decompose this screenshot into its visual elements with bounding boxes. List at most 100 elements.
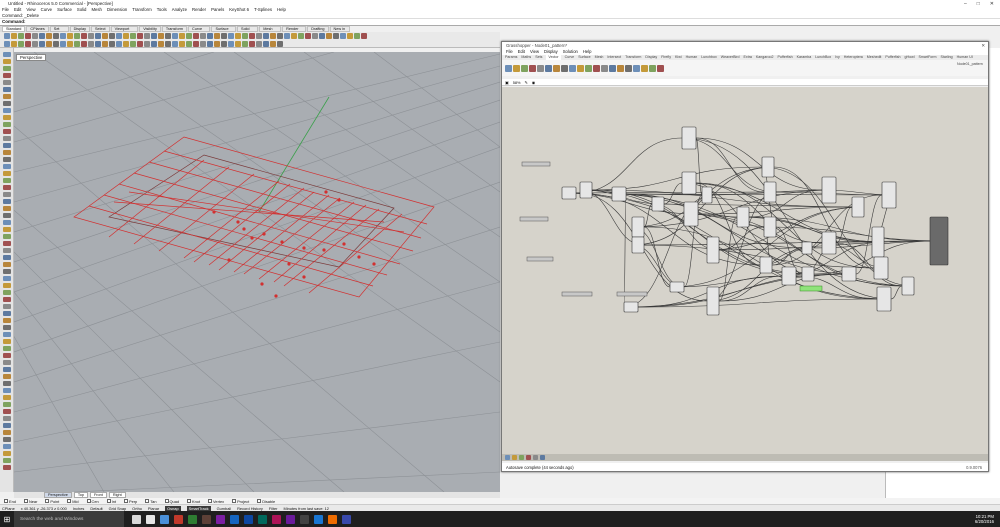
left-tool-button[interactable] (2, 465, 11, 470)
toolbar-tool-button[interactable] (4, 33, 10, 39)
toolbar-tool-button[interactable] (158, 40, 164, 47)
toolbar-tool-button[interactable] (32, 33, 38, 39)
left-tool-button[interactable] (2, 304, 11, 309)
toolbar-tool-button[interactable] (291, 33, 297, 39)
gh-component-node[interactable] (876, 286, 892, 312)
left-tool-button[interactable] (2, 206, 11, 211)
left-tool-button[interactable] (2, 276, 11, 281)
gh-component-node[interactable] (651, 196, 665, 212)
gh-component-button[interactable] (513, 64, 520, 72)
toolbar-tool-button[interactable] (249, 40, 255, 47)
left-tool-button[interactable] (2, 409, 11, 414)
command-input[interactable]: Command: (0, 19, 1000, 26)
gh-component-node[interactable] (706, 286, 720, 316)
left-tool-button[interactable] (2, 255, 11, 260)
toolbar-tool-button[interactable] (186, 40, 192, 47)
gh-component-node[interactable] (611, 186, 627, 202)
gh-component-node[interactable] (736, 206, 750, 228)
left-tool-button[interactable] (2, 402, 11, 407)
gh-component-node[interactable] (631, 216, 645, 238)
toolbar-tool-button[interactable] (172, 40, 178, 47)
gh-component-button[interactable] (545, 64, 552, 72)
gh-component-button[interactable] (657, 64, 664, 72)
toolbar-tool-button[interactable] (200, 40, 206, 47)
toolbar-tool-button[interactable] (270, 33, 276, 39)
toolbar-tool-button[interactable] (186, 33, 192, 39)
left-tool-button[interactable] (2, 129, 11, 134)
left-tool-button[interactable] (2, 171, 11, 176)
left-tool-button[interactable] (2, 430, 11, 435)
left-tool-button[interactable] (2, 213, 11, 218)
windows-start-icon[interactable]: ⊞ (0, 511, 14, 527)
taskbar-app-icon[interactable] (258, 514, 267, 524)
left-tool-button[interactable] (2, 73, 11, 78)
toolbar-tool-button[interactable] (242, 40, 248, 47)
gh-component-button[interactable] (633, 64, 640, 72)
left-tool-button[interactable] (2, 59, 11, 64)
toolbar-tool-button[interactable] (32, 40, 38, 47)
gh-component-node[interactable] (763, 181, 777, 203)
grasshopper-window[interactable]: Grasshopper - Node01_pattern* ✕ File Edi… (501, 41, 989, 472)
toolbar-tool-button[interactable] (193, 40, 199, 47)
toolbar-tool-button[interactable] (165, 40, 171, 47)
toolbar-tool-button[interactable] (256, 40, 262, 47)
gh-component-node[interactable] (851, 196, 865, 218)
gh-component-button[interactable] (617, 64, 624, 72)
toolbar-tool-button[interactable] (18, 40, 24, 47)
left-tool-button[interactable] (2, 318, 11, 323)
left-tool-button[interactable] (2, 332, 11, 337)
toolbar-tool-button[interactable] (109, 40, 115, 47)
toolbar-tool-button[interactable] (305, 33, 311, 39)
left-tool-button[interactable] (2, 192, 11, 197)
toolbar-tool-button[interactable] (74, 40, 80, 47)
gh-component-node[interactable] (901, 276, 915, 296)
toolbar-tool-button[interactable] (95, 33, 101, 39)
gh-save-icon[interactable]: ▣ (505, 80, 509, 85)
taskbar-app-icon[interactable] (342, 514, 351, 524)
taskbar-app-icon[interactable] (188, 514, 197, 524)
status-osnap[interactable]: Osnap (165, 505, 181, 511)
status-ortho[interactable]: Ortho (132, 506, 142, 511)
osnap-disable[interactable]: Disable (257, 499, 275, 504)
toolbar-tool-button[interactable] (81, 40, 87, 47)
gh-component-node[interactable] (781, 266, 797, 286)
osnap-knot[interactable]: Knot (187, 499, 200, 504)
taskbar-app-icon[interactable] (230, 514, 239, 524)
gh-canvas[interactable] (502, 87, 988, 454)
status-record-history[interactable]: Record History (237, 506, 263, 511)
status-planar[interactable]: Planar (148, 506, 159, 511)
toolbar-tool-button[interactable] (151, 40, 157, 47)
toolbar-tool-button[interactable] (74, 33, 80, 39)
close-icon[interactable]: ✕ (990, 1, 994, 7)
left-tool-button[interactable] (2, 395, 11, 400)
gh-number-slider[interactable] (526, 256, 554, 262)
left-tool-button[interactable] (2, 80, 11, 85)
left-tool-button[interactable] (2, 388, 11, 393)
gh-component-node[interactable] (821, 231, 837, 255)
left-tool-button[interactable] (2, 353, 11, 358)
gh-preview-icon[interactable]: ◉ (532, 80, 535, 85)
taskbar-app-icon[interactable] (328, 514, 337, 524)
gh-component-node[interactable] (841, 266, 857, 282)
toolbar-tool-button[interactable] (333, 33, 339, 39)
gh-component-node[interactable] (561, 186, 577, 200)
toolbar-tool-button[interactable] (326, 33, 332, 39)
taskbar-app-icon[interactable] (286, 514, 295, 524)
gh-component-node[interactable] (631, 236, 645, 254)
osnap-vertex[interactable]: Vertex (208, 499, 224, 504)
left-tool-button[interactable] (2, 346, 11, 351)
gh-component-node[interactable] (579, 181, 593, 199)
toolbar-tool-button[interactable] (347, 33, 353, 39)
gh-number-slider[interactable] (616, 291, 648, 297)
toolbar-tool-button[interactable] (67, 33, 73, 39)
left-tool-button[interactable] (2, 416, 11, 421)
toolbar-tool-button[interactable] (354, 33, 360, 39)
taskbar-app-icon[interactable] (132, 514, 141, 524)
toolbar-tool-button[interactable] (214, 40, 220, 47)
toolbar-tool-button[interactable] (319, 33, 325, 39)
gh-component-node[interactable] (623, 301, 639, 313)
left-tool-button[interactable] (2, 52, 11, 57)
left-tool-button[interactable] (2, 136, 11, 141)
left-tool-button[interactable] (2, 248, 11, 253)
left-tool-button[interactable] (2, 297, 11, 302)
